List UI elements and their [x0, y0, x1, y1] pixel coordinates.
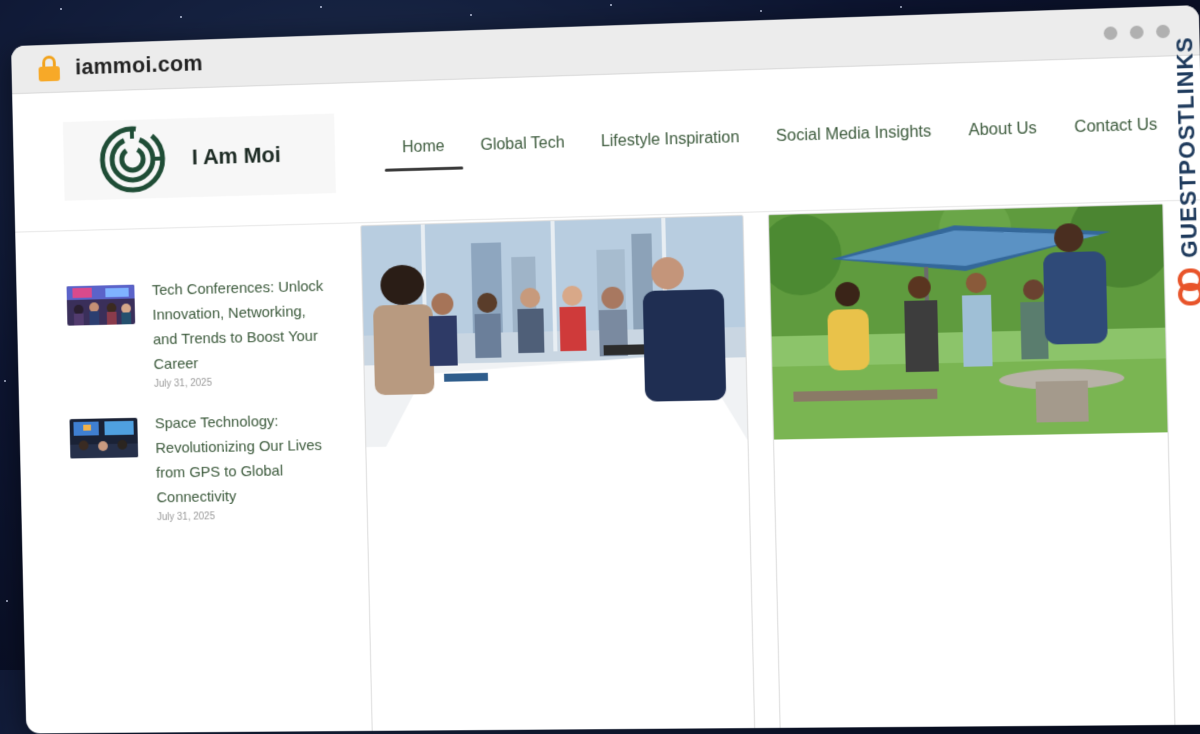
- window-dot[interactable]: [1104, 26, 1118, 40]
- nav-home[interactable]: Home: [384, 128, 463, 168]
- sidebar-post[interactable]: Tech Conferences: Unlock Innovation, Net…: [66, 274, 332, 392]
- post-thumbnail[interactable]: [70, 418, 139, 459]
- nav-social-media-insights[interactable]: Social Media Insights: [757, 112, 950, 156]
- nav-contact-us[interactable]: Contact Us: [1055, 105, 1176, 148]
- sidebar-post[interactable]: Space Technology: Revolutionizing Our Li…: [69, 408, 335, 524]
- nav-lifestyle-inspiration[interactable]: Lifestyle Inspiration: [582, 118, 758, 162]
- sidebar-recent-posts: Tech Conferences: Unlock Innovation, Net…: [66, 274, 335, 546]
- site-logo[interactable]: I Am Moi: [63, 114, 336, 201]
- window-controls[interactable]: [1104, 25, 1170, 41]
- post-date: July 31, 2025: [154, 375, 332, 390]
- post-date: July 31, 2025: [157, 509, 335, 523]
- post-title[interactable]: Space Technology: Revolutionizing Our Li…: [155, 408, 335, 510]
- post-title[interactable]: Tech Conferences: Unlock Innovation, Net…: [152, 274, 332, 377]
- featured-post-card[interactable]: [768, 203, 1176, 733]
- meeting-photo[interactable]: [361, 216, 747, 447]
- post-thumbnail[interactable]: [67, 285, 136, 326]
- website: I Am Moi Home Global Tech Lifestyle Insp…: [12, 55, 1200, 733]
- maze-logo-icon: [98, 124, 167, 195]
- chain-link-icon: [1176, 268, 1200, 306]
- browser-window: iammoi.com I Am Moi: [11, 5, 1200, 733]
- featured-post-card[interactable]: [360, 215, 755, 734]
- guestpostlinks-watermark: GUESTPOSTLINKS: [1164, 36, 1200, 345]
- lock-icon: [38, 55, 60, 81]
- url-text: iammoi.com: [75, 50, 203, 80]
- park-photo[interactable]: [769, 204, 1168, 439]
- nav-about-us[interactable]: About Us: [949, 109, 1056, 151]
- main-nav: Home Global Tech Lifestyle Inspiration S…: [384, 105, 1177, 167]
- watermark-text: GUESTPOSTLINKS: [1171, 36, 1200, 258]
- main-content: Tech Conferences: Unlock Innovation, Net…: [15, 200, 1200, 733]
- window-dot[interactable]: [1130, 25, 1144, 39]
- site-name: I Am Moi: [192, 142, 281, 170]
- nav-global-tech[interactable]: Global Tech: [462, 124, 583, 166]
